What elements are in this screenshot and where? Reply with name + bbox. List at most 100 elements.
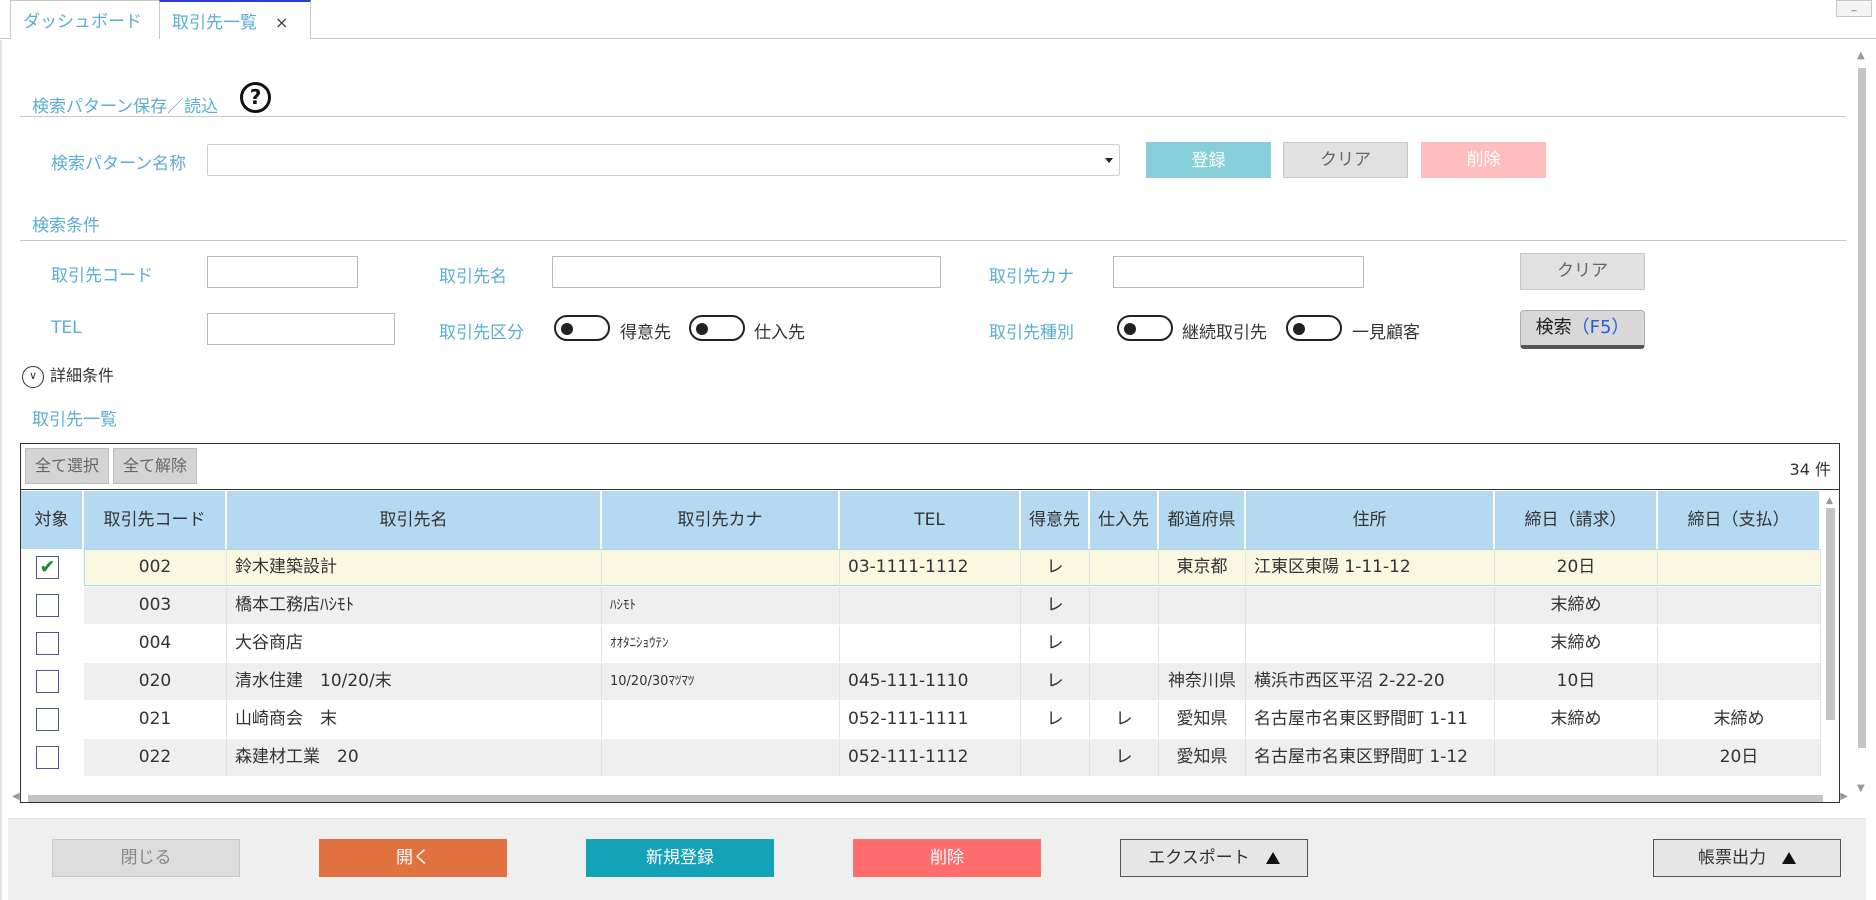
- export-button[interactable]: エクスポート: [1120, 839, 1308, 877]
- grid-horizontal-scrollbar[interactable]: ◀ ▶: [12, 791, 1848, 804]
- new-register-button[interactable]: 新規登録: [586, 839, 774, 877]
- cell-name: 清水住建 10/20/末: [227, 663, 602, 700]
- col-pref[interactable]: 都道府県: [1159, 491, 1246, 549]
- help-icon[interactable]: ?: [240, 82, 271, 113]
- conditions-title: 検索条件: [32, 216, 100, 236]
- search-button-label: 検索: [1535, 317, 1572, 338]
- table-row[interactable]: 004 大谷商店 ｵｵﾀﾆｼｮｳﾃﾝ レ 末締め: [21, 625, 1821, 662]
- supplier-toggle[interactable]: [689, 315, 745, 341]
- table-row[interactable]: ✔ 002 鈴木建築設計 03-1111-1112 レ 東京都 江東区東陽 1-11-12 2…: [21, 549, 1821, 586]
- col-code[interactable]: 取引先コード: [84, 491, 227, 549]
- onetime-toggle-label: 一見顧客: [1352, 323, 1420, 343]
- pattern-clear-button[interactable]: クリア: [1283, 142, 1408, 178]
- tab-dashboard[interactable]: ダッシュボード: [10, 0, 160, 39]
- grid-toolbar: 全て選択 全て解除 34 件: [21, 444, 1839, 490]
- cell-supplier: [1090, 549, 1159, 586]
- col-supplier[interactable]: 仕入先: [1090, 491, 1159, 549]
- cell-close-pay: [1658, 625, 1821, 662]
- col-name[interactable]: 取引先名: [227, 491, 602, 549]
- kana-input[interactable]: [1113, 256, 1364, 288]
- cell-pref: 神奈川県: [1159, 663, 1246, 700]
- grid-vertical-scrollbar[interactable]: ▲: [1826, 496, 1835, 796]
- scroll-thumb[interactable]: [1858, 68, 1866, 748]
- col-tel[interactable]: TEL: [840, 491, 1021, 549]
- caret-down-icon: [1105, 158, 1113, 163]
- cell-tel: 052-111-1112: [840, 739, 1021, 776]
- conditions-clear-button[interactable]: クリア: [1520, 253, 1645, 290]
- cell-pref: [1159, 625, 1246, 662]
- onetime-toggle[interactable]: [1286, 315, 1342, 341]
- close-button[interactable]: 閉じる: [52, 839, 240, 877]
- scroll-up-icon[interactable]: ▲: [1857, 50, 1865, 61]
- scroll-left-icon[interactable]: ◀: [12, 791, 20, 802]
- cell-close-bill: 末締め: [1495, 701, 1658, 738]
- toggle-knob: [696, 323, 708, 335]
- cell-close-bill: 10日: [1495, 663, 1658, 700]
- delete-button[interactable]: 削除: [853, 839, 1041, 877]
- caret-up-icon: [1265, 852, 1280, 864]
- row-checkbox[interactable]: [36, 670, 59, 693]
- report-output-button[interactable]: 帳票出力: [1653, 839, 1841, 877]
- tab-dashboard-label: ダッシュボード: [23, 12, 142, 32]
- cell-address: 横浜市西区平沼 2-22-20: [1246, 663, 1495, 700]
- scroll-down-icon[interactable]: ▼: [1857, 783, 1865, 794]
- deselect-all-button[interactable]: 全て解除: [113, 448, 197, 484]
- search-shortcut: （F5）: [1571, 317, 1630, 338]
- pattern-section-title: 検索パターン保存／読込: [32, 97, 219, 117]
- row-checkbox[interactable]: [36, 594, 59, 617]
- table-row[interactable]: 022 森建材工業 20 052-111-1112 レ愛知県 名古屋市名東区野間町 1-…: [21, 739, 1821, 776]
- caret-up-icon: [1782, 852, 1796, 864]
- cell-kana: 10/20/30ﾏﾂﾏﾂ: [602, 663, 840, 700]
- page-vertical-scrollbar[interactable]: ▲ ▼: [1857, 50, 1866, 794]
- row-checkbox[interactable]: ✔: [36, 556, 59, 579]
- col-close-bill[interactable]: 締日（請求）: [1495, 491, 1658, 549]
- cell-tel: 052-111-1111: [840, 701, 1021, 738]
- scroll-up-icon[interactable]: ▲: [1826, 496, 1833, 506]
- close-icon[interactable]: ×: [275, 13, 288, 32]
- row-checkbox[interactable]: [36, 632, 59, 655]
- record-count: 34 件: [1789, 460, 1831, 479]
- cell-pref: [1159, 587, 1246, 624]
- code-input[interactable]: [207, 256, 358, 288]
- cell-name: 橋本工務店ﾊｼﾓﾄ: [227, 587, 602, 624]
- cell-customer: レ: [1021, 549, 1090, 586]
- cell-supplier: [1090, 587, 1159, 624]
- continuous-toggle[interactable]: [1117, 315, 1173, 341]
- pattern-register-button[interactable]: 登録: [1146, 142, 1271, 178]
- search-button[interactable]: 検索（F5）: [1520, 310, 1645, 349]
- col-address[interactable]: 住所: [1246, 491, 1495, 549]
- category-label: 取引先区分: [439, 323, 524, 343]
- toggle-knob: [561, 323, 573, 335]
- table-row[interactable]: 021 山崎商会 末 052-111-1111 レレ愛知県 名古屋市名東区野間町 1-1…: [21, 701, 1821, 738]
- col-kana[interactable]: 取引先カナ: [602, 491, 840, 549]
- toggle-knob: [1293, 323, 1305, 335]
- tab-partner-list[interactable]: 取引先一覧 ×: [159, 0, 311, 39]
- cell-customer: レ: [1021, 625, 1090, 662]
- scroll-right-icon[interactable]: ▶: [1840, 791, 1848, 802]
- tel-label: TEL: [51, 318, 82, 338]
- select-all-button[interactable]: 全て選択: [25, 448, 109, 484]
- open-button[interactable]: 開く: [319, 839, 507, 877]
- tel-input[interactable]: [207, 313, 395, 345]
- row-checkbox[interactable]: [36, 708, 59, 731]
- col-target[interactable]: 対象: [21, 491, 84, 549]
- customer-toggle[interactable]: [554, 315, 610, 341]
- table-row[interactable]: 020 清水住建 10/20/末 10/20/30ﾏﾂﾏﾂ 045-111-1110 レ…: [21, 663, 1821, 700]
- table-row[interactable]: 003 橋本工務店ﾊｼﾓﾄ ﾊｼﾓﾄ レ 末締め: [21, 587, 1821, 624]
- cell-code: 022: [84, 739, 227, 776]
- minimize-button[interactable]: _: [1836, 0, 1872, 17]
- scroll-thumb[interactable]: [28, 795, 1823, 802]
- cell-supplier: [1090, 663, 1159, 700]
- list-title: 取引先一覧: [32, 410, 117, 430]
- scroll-thumb[interactable]: [1826, 508, 1835, 720]
- partner-name-input[interactable]: [552, 256, 941, 288]
- row-checkbox[interactable]: [36, 746, 59, 769]
- type-label: 取引先種別: [989, 323, 1074, 343]
- pattern-delete-button[interactable]: 削除: [1421, 142, 1546, 178]
- detail-conditions-toggle[interactable]: ∨ 詳細条件: [22, 362, 114, 388]
- pattern-name-select[interactable]: [207, 144, 1120, 176]
- col-customer[interactable]: 得意先: [1021, 491, 1090, 549]
- col-close-pay[interactable]: 締日（支払）: [1658, 491, 1821, 549]
- cell-code: 020: [84, 663, 227, 700]
- cell-address: 名古屋市名東区野間町 1-11: [1246, 701, 1495, 738]
